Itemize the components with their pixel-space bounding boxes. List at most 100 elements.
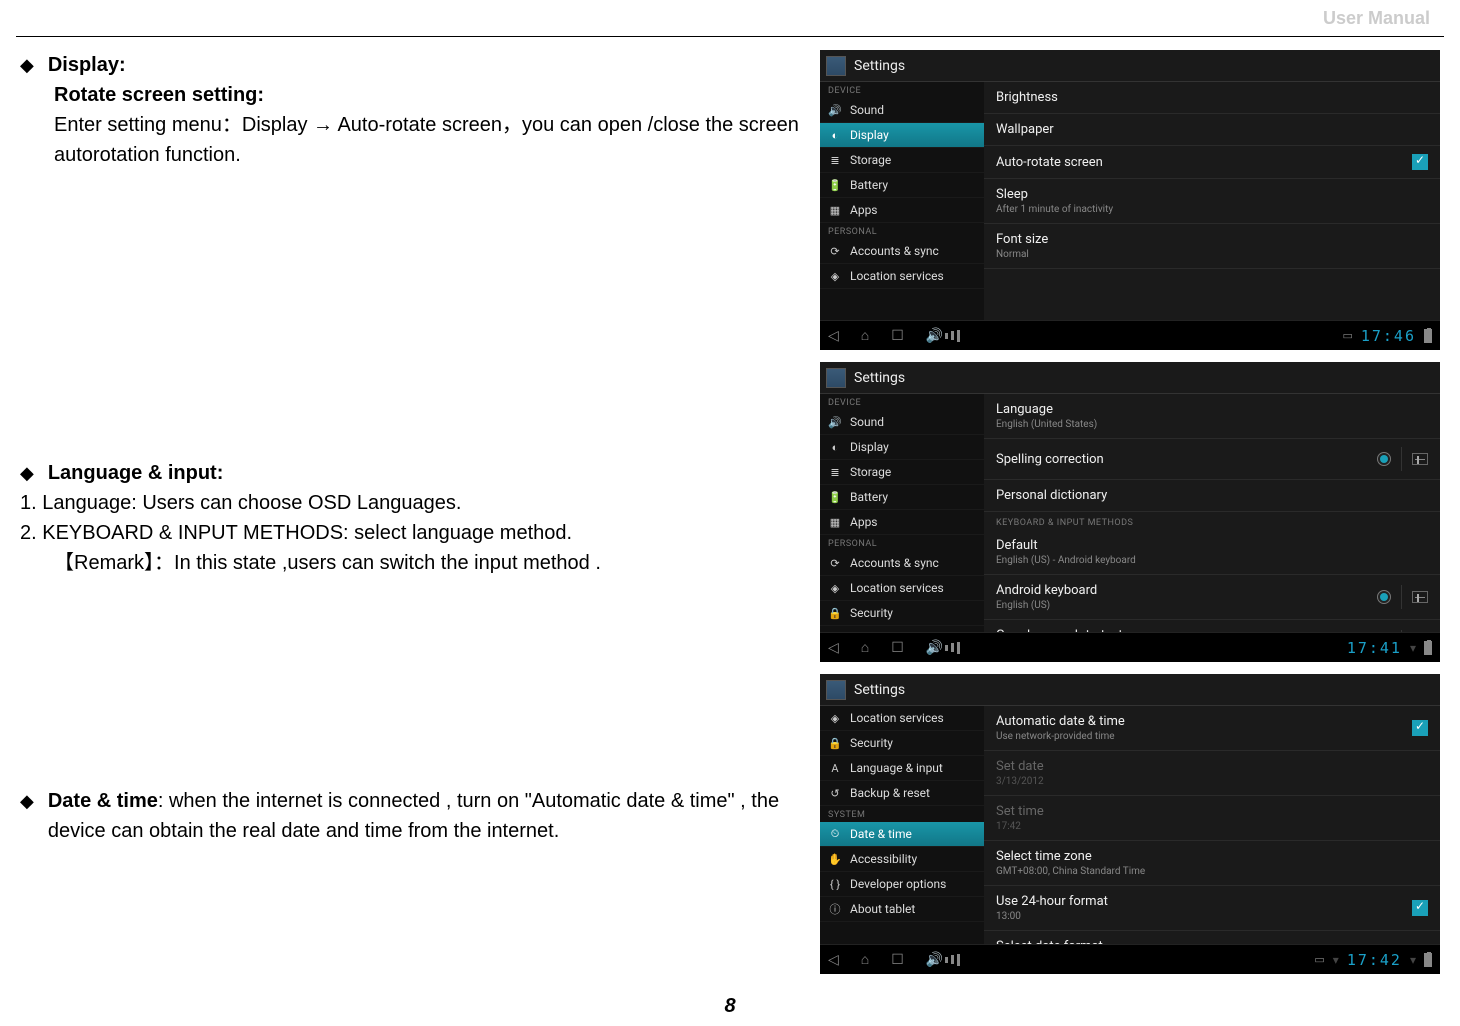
volume-icon[interactable]: 🔊 [926, 640, 961, 656]
sidebar-item-sound[interactable]: 🔊Sound [820, 98, 984, 123]
checkbox-icon[interactable] [1412, 720, 1428, 736]
setting-item-default[interactable]: DefaultEnglish (US) - Android keyboard [984, 530, 1440, 575]
setting-item-brightness[interactable]: Brightness [984, 82, 1440, 114]
setting-title: Android keyboard [996, 583, 1377, 598]
sidebar-item-storage[interactable]: ≣Storage [820, 148, 984, 173]
sd-icon: ▭ [1342, 329, 1352, 342]
date-time-icon: ⏲ [828, 827, 842, 841]
setting-item-set-time: Set time17:42 [984, 796, 1440, 841]
sidebar-item-location-services[interactable]: ◈Location services [820, 706, 984, 731]
display-icon: ◐ [828, 128, 842, 142]
setting-item-select-time-zone[interactable]: Select time zoneGMT+08:00, China Standar… [984, 841, 1440, 886]
sidebar-item-date-time[interactable]: ⏲Date & time [820, 822, 984, 847]
sidebar-item-about-tablet[interactable]: ⓘ About tablet [820, 897, 984, 922]
setting-title: Font size [996, 232, 1428, 247]
sidebar-item-display[interactable]: ◐Display [820, 435, 984, 460]
checkbox-icon[interactable] [1412, 154, 1428, 170]
sidebar-item-storage[interactable]: ≣Storage [820, 460, 984, 485]
sidebar-item-apps[interactable]: ▦Apps [820, 198, 984, 223]
setting-title: Sleep [996, 187, 1428, 202]
diamond-icon: ◆ [20, 460, 34, 487]
sidebar-item-developer-options[interactable]: { }Developer options [820, 872, 984, 897]
setting-item-google-speech-to-text[interactable]: Google speech-to-textAutomatic [984, 620, 1440, 632]
sidebar-item-sound[interactable]: 🔊 Sound [820, 410, 984, 435]
sidebar-item-battery[interactable]: 🔋Battery [820, 173, 984, 198]
sidebar-item-language-input[interactable]: ALanguage & input [820, 756, 984, 781]
diamond-icon: ◆ [20, 788, 34, 815]
setting-subtitle: Normal [996, 249, 1428, 260]
setting-title: Use 24-hour format [996, 894, 1412, 909]
sidebar-item-display[interactable]: ◐ Display [820, 123, 984, 148]
volume-icon[interactable]: 🔊 [926, 952, 961, 968]
radio-icon[interactable] [1377, 452, 1391, 466]
sidebar-item-battery[interactable]: 🔋Battery [820, 485, 984, 510]
settings-main: Automatic date & timeUse network-provide… [984, 706, 1440, 944]
sidebar-item-backup-reset[interactable]: ↺Backup & reset [820, 781, 984, 806]
setting-item-font-size[interactable]: Font size Normal [984, 224, 1440, 269]
setting-item-use-24-hour-format[interactable]: Use 24-hour format13:00 [984, 886, 1440, 931]
setting-subtitle: 17:42 [996, 821, 1428, 832]
android-navbar: ◁ ⌂ ☐ 🔊 17:41 ▾ [820, 632, 1440, 662]
language-item1: 1. Language: Users can choose OSD Langua… [20, 488, 820, 518]
setting-item-wallpaper[interactable]: Wallpaper [984, 114, 1440, 146]
setting-item-spelling-correction[interactable]: Spelling correction [984, 439, 1440, 480]
sidebar-item-label: Battery [850, 490, 888, 504]
display-body: Enter setting menu：Display → Auto-rotate… [54, 110, 820, 170]
back-icon[interactable]: ◁ [828, 640, 839, 656]
setting-title: Automatic date & time [996, 714, 1412, 729]
settings-slider-icon[interactable] [1412, 591, 1428, 603]
sound-icon: 🔊 [828, 415, 842, 429]
home-icon[interactable]: ⌂ [861, 639, 869, 656]
sidebar-item-label: About tablet [850, 902, 915, 916]
settings-slider-icon[interactable] [1412, 453, 1428, 465]
sidebar-item-security[interactable]: 🔒Security [820, 601, 984, 626]
setting-item-android-keyboard[interactable]: Android keyboardEnglish (US) [984, 575, 1440, 620]
sidebar-item-location-services[interactable]: ◈Location services [820, 264, 984, 289]
figure-language-settings: Settings DEVICE 🔊Sound◐Display≣Storage🔋B… [820, 362, 1440, 662]
recent-icon[interactable]: ☐ [891, 328, 904, 344]
sidebar-item-security[interactable]: 🔒Security [820, 731, 984, 756]
sidebar-item-apps[interactable]: ▦Apps [820, 510, 984, 535]
recent-icon[interactable]: ☐ [891, 640, 904, 656]
sidebar-item-accounts-sync[interactable]: ⟳Accounts & sync [820, 239, 984, 264]
setting-subtitle: English (United States) [996, 419, 1428, 430]
volume-icon[interactable]: 🔊 [926, 328, 961, 344]
sidebar-item-label: Sound [850, 415, 884, 429]
sidebar-item-label: Display [850, 440, 889, 454]
sidebar-item-accounts-sync[interactable]: ⟳Accounts & sync [820, 551, 984, 576]
setting-item-automatic-date-time[interactable]: Automatic date & timeUse network-provide… [984, 706, 1440, 751]
sidebar-item-label: Accessibility [850, 852, 917, 866]
settings-app-icon [826, 368, 846, 388]
home-icon[interactable]: ⌂ [861, 951, 869, 968]
sidebar-item-label: Accounts & sync [850, 556, 939, 570]
language-remark: 【Remark】：In this state ,users can switch… [54, 548, 820, 578]
battery-icon [1424, 641, 1432, 655]
setting-item-language[interactable]: LanguageEnglish (United States) [984, 394, 1440, 439]
security-icon: 🔒 [828, 606, 842, 620]
setting-item-personal-dictionary[interactable]: Personal dictionary [984, 480, 1440, 512]
sidebar-item-accessibility[interactable]: ✋ Accessibility [820, 847, 984, 872]
sidebar-item-label: Display [850, 128, 889, 142]
recent-icon[interactable]: ☐ [891, 952, 904, 968]
radio-icon[interactable] [1377, 590, 1391, 604]
android-titlebar: Settings [820, 362, 1440, 394]
home-icon[interactable]: ⌂ [861, 327, 869, 344]
document-body: ◆ Display: Rotate screen setting: Enter … [20, 50, 820, 874]
setting-title: Personal dictionary [996, 488, 1428, 503]
accessibility-icon: ✋ [828, 852, 842, 866]
setting-item-auto-rotate-screen[interactable]: Auto-rotate screen [984, 146, 1440, 179]
back-icon[interactable]: ◁ [828, 952, 839, 968]
setting-item-set-date: Set date3/13/2012 [984, 751, 1440, 796]
sidebar-item-location-services[interactable]: ◈Location services [820, 576, 984, 601]
setting-subtitle: English (US) - Android keyboard [996, 555, 1428, 566]
about-tablet-icon: ⓘ [828, 902, 842, 916]
datetime-body: : when the internet is connected , turn … [48, 790, 779, 842]
back-icon[interactable]: ◁ [828, 328, 839, 344]
setting-subtitle: 3/13/2012 [996, 776, 1428, 787]
setting-item-sleep[interactable]: SleepAfter 1 minute of inactivity [984, 179, 1440, 224]
apps-icon: ▦ [828, 203, 842, 217]
setting-item-select-date-format[interactable]: Select date format12/31/2012 [984, 931, 1440, 944]
android-navbar: ◁ ⌂ ☐ 🔊 ▭ 17:46 [820, 320, 1440, 350]
sidebar-item-label: Developer options [850, 877, 946, 891]
checkbox-icon[interactable] [1412, 900, 1428, 916]
